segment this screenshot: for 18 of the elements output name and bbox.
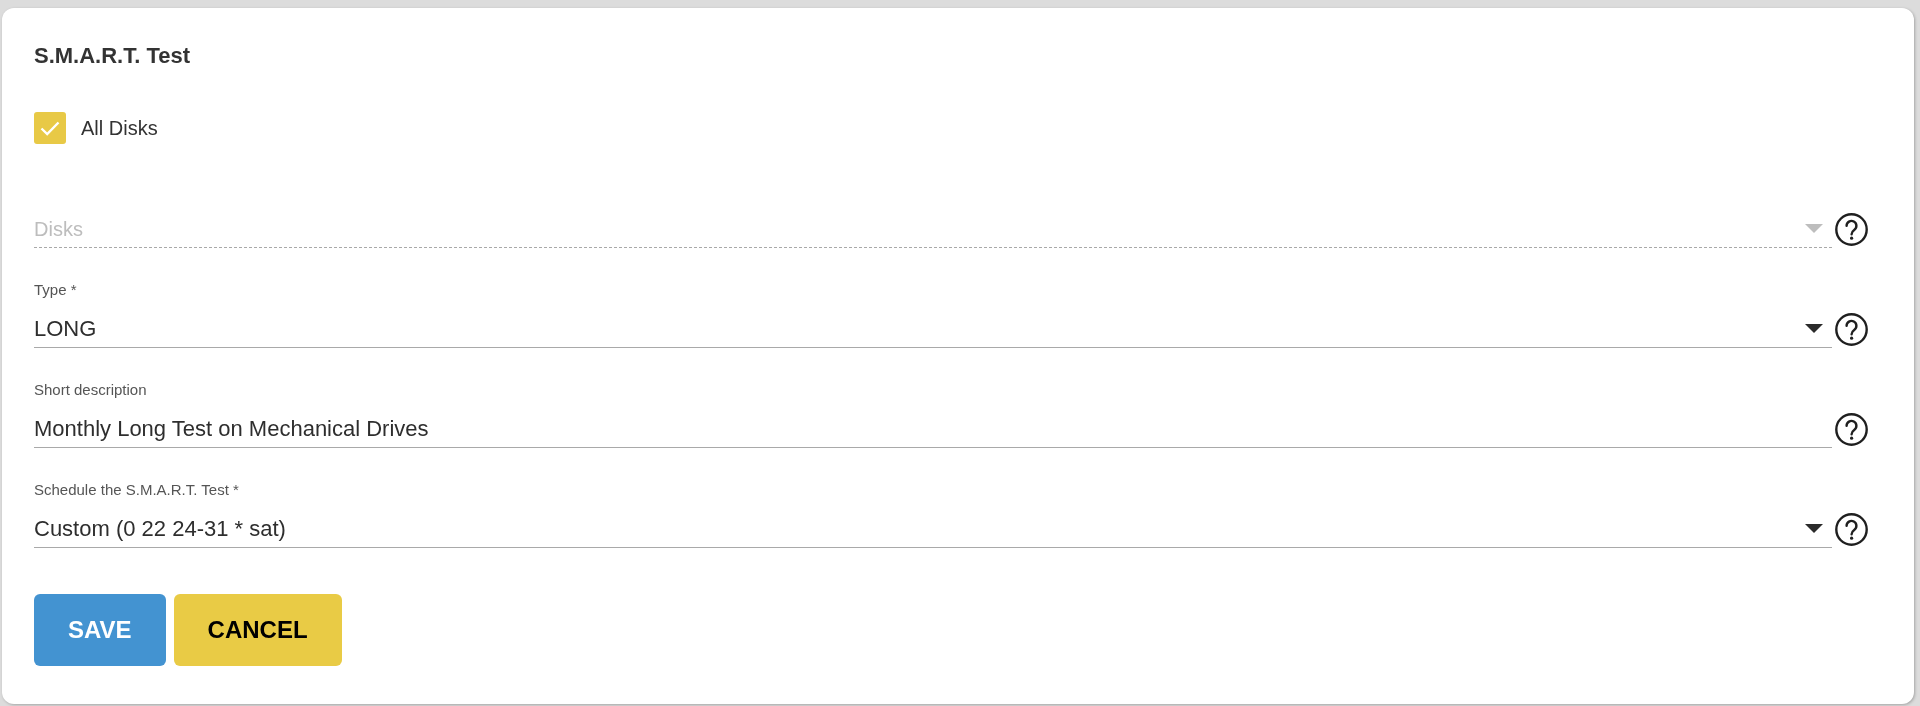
- checkbox-label: All Disks: [81, 116, 158, 141]
- text-field[interactable]: Monthly Long Test on Mechanical Drives: [34, 410, 1832, 448]
- cancel-button[interactable]: CANCEL: [173, 594, 342, 666]
- caret-icon: [1805, 524, 1823, 533]
- check-icon: [40, 120, 60, 136]
- select-field[interactable]: LONG: [34, 310, 1832, 348]
- caret-icon: [1805, 324, 1823, 333]
- field-label: Short description: [34, 380, 147, 400]
- help-icon[interactable]: [1835, 312, 1868, 346]
- field-label: Schedule the S.M.A.R.T. Test *: [34, 480, 239, 500]
- help-icon[interactable]: [1835, 412, 1868, 446]
- checkbox[interactable]: [34, 112, 66, 144]
- form-title: S.M.A.R.T. Test: [34, 42, 191, 70]
- help-icon[interactable]: [1835, 212, 1868, 246]
- select-field[interactable]: Custom (0 22 24-31 * sat): [34, 510, 1832, 548]
- caret-icon: [1805, 224, 1823, 233]
- field-label: Type *: [34, 280, 77, 300]
- help-icon[interactable]: [1835, 512, 1868, 546]
